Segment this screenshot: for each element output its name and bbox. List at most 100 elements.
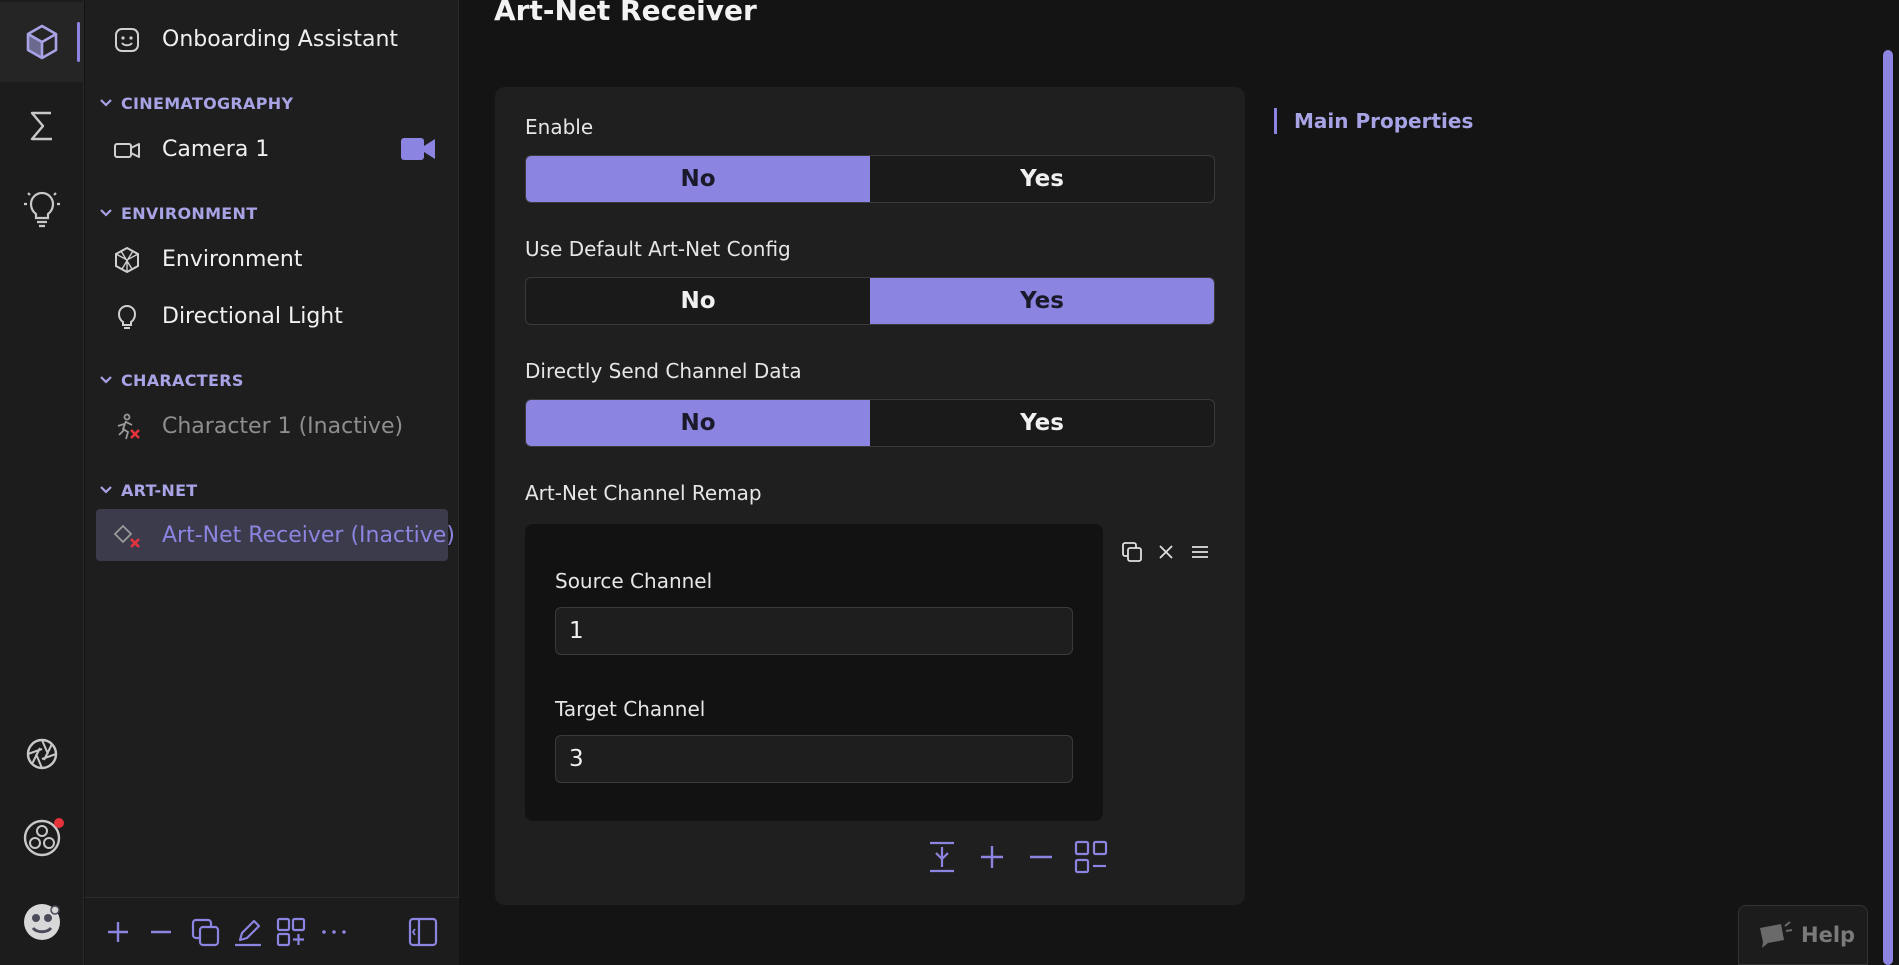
entry-actions (1119, 539, 1213, 569)
duplicate-icon (191, 918, 220, 947)
default-config-toggle: No Yes (525, 277, 1215, 325)
scene-item-environment[interactable]: Environment (96, 233, 448, 285)
scene-item-label: Environment (162, 246, 303, 272)
chevron-down-icon (100, 376, 112, 384)
group-header-label: ART-NET (121, 480, 198, 500)
remove-entry-button[interactable] (1021, 835, 1061, 879)
scene-panel: Onboarding Assistant CINEMATOGRAPHY Came… (85, 0, 459, 965)
edit-icon (235, 919, 261, 947)
scene-item-label: Onboarding Assistant (162, 26, 399, 52)
plus-icon (108, 922, 128, 942)
enable-toggle: No Yes (525, 155, 1215, 203)
cube-icon (26, 24, 58, 60)
close-icon (1159, 545, 1173, 559)
camera-settings-nav-button[interactable] (0, 714, 84, 794)
rename-item-button[interactable] (230, 914, 266, 950)
group-header-label: CINEMATOGRAPHY (121, 93, 294, 113)
toc-main-properties[interactable]: Main Properties (1274, 108, 1473, 134)
target-channel-input[interactable] (555, 735, 1073, 783)
direct-send-toggle: No Yes (525, 399, 1215, 447)
scene-item-label: Character 1 (Inactive) (162, 413, 404, 439)
video-camera-icon[interactable] (400, 136, 436, 162)
target-channel-label: Target Channel (555, 697, 706, 721)
help-button[interactable]: Help (1738, 905, 1868, 965)
enable-yes-option[interactable]: Yes (870, 156, 1214, 202)
group-header-label: ENVIRONMENT (121, 203, 258, 223)
remove-item-button[interactable] (143, 914, 179, 950)
properties-card: Enable No Yes Use Default Art-Net Config… (495, 87, 1245, 905)
source-channel-label: Source Channel (555, 569, 713, 593)
scrollbar-thumb[interactable] (1883, 50, 1893, 965)
direct-send-no-option[interactable]: No (526, 400, 870, 446)
lightbulb-icon (24, 191, 60, 228)
default-config-label: Use Default Art-Net Config (525, 237, 791, 261)
obs-nav-button[interactable] (0, 798, 84, 878)
scene-item-label: Directional Light (162, 303, 343, 329)
group-header-environment[interactable]: ENVIRONMENT (99, 201, 257, 225)
sigma-icon (30, 111, 52, 141)
collapse-icon (930, 841, 954, 873)
notification-dot (54, 818, 64, 828)
default-config-no-option[interactable]: No (526, 278, 870, 324)
environment-icon (115, 246, 139, 274)
scene-item-label: Camera 1 (162, 136, 270, 162)
chevron-down-icon (100, 486, 112, 494)
scene-item-onboarding[interactable]: Onboarding Assistant (96, 13, 448, 65)
avatar-icon (24, 904, 60, 940)
minus-icon (151, 930, 171, 934)
more-options-button[interactable] (316, 914, 352, 950)
scene-nav-button[interactable] (0, 2, 84, 82)
add-grid-icon (276, 917, 306, 947)
plus-icon (981, 846, 1003, 868)
scene-item-art-net-receiver[interactable]: Art-Net Receiver (Inactive) (96, 509, 455, 561)
grid-minus-icon (1074, 840, 1108, 874)
scene-item-character[interactable]: Character 1 (Inactive) (96, 400, 448, 452)
menu-icon (1192, 546, 1208, 558)
duplicate-item-button[interactable] (187, 914, 223, 950)
character-inactive-icon (117, 413, 140, 440)
enable-label: Enable (525, 115, 594, 139)
add-entry-button[interactable] (972, 835, 1012, 879)
direct-send-yes-option[interactable]: Yes (870, 400, 1214, 446)
add-item-button[interactable] (100, 914, 136, 950)
smiley-icon (115, 28, 139, 52)
sidebar-toggle-icon (408, 917, 438, 947)
blueprints-nav-button[interactable] (0, 86, 84, 166)
chevron-down-icon (100, 209, 112, 217)
account-nav-button[interactable] (0, 882, 84, 962)
help-label: Help (1801, 923, 1856, 947)
default-config-yes-option[interactable]: Yes (870, 278, 1214, 324)
collapse-all-button[interactable] (922, 835, 962, 879)
lightbulb-icon (117, 305, 137, 329)
group-header-label: CHARACTERS (121, 370, 244, 390)
group-header-characters[interactable]: CHARACTERS (99, 368, 244, 392)
help-icon (1760, 921, 1793, 948)
entry-menu-button[interactable] (1187, 539, 1213, 565)
page-title: Art-Net Receiver (494, 0, 757, 27)
ideas-nav-button[interactable] (0, 168, 84, 248)
activity-rail (0, 0, 84, 965)
artnet-inactive-icon (113, 524, 140, 548)
aperture-icon (26, 738, 58, 770)
duplicate-entry-button[interactable] (1119, 539, 1145, 565)
duplicate-icon (1122, 542, 1142, 562)
camera-icon (114, 143, 140, 158)
source-channel-input[interactable] (555, 607, 1073, 655)
grid-remove-button[interactable] (1071, 835, 1111, 879)
scene-item-camera[interactable]: Camera 1 (96, 123, 448, 175)
scene-toolbar (85, 897, 459, 965)
app-window: Onboarding Assistant CINEMATOGRAPHY Came… (0, 0, 1899, 965)
delete-entry-button[interactable] (1153, 539, 1179, 565)
enable-no-option[interactable]: No (526, 156, 870, 202)
more-icon (322, 930, 346, 934)
channel-remap-entry: Source Channel Target Channel (525, 524, 1103, 821)
collapse-sidebar-button[interactable] (405, 914, 441, 950)
group-header-art-net[interactable]: ART-NET (99, 478, 198, 502)
scene-item-directional-light[interactable]: Directional Light (96, 290, 448, 342)
direct-send-label: Directly Send Channel Data (525, 359, 802, 383)
minus-icon (1030, 855, 1052, 859)
chevron-down-icon (100, 99, 112, 107)
add-group-button[interactable] (273, 914, 309, 950)
scene-item-label: Art-Net Receiver (Inactive) (162, 522, 455, 548)
group-header-cinematography[interactable]: CINEMATOGRAPHY (99, 91, 293, 115)
